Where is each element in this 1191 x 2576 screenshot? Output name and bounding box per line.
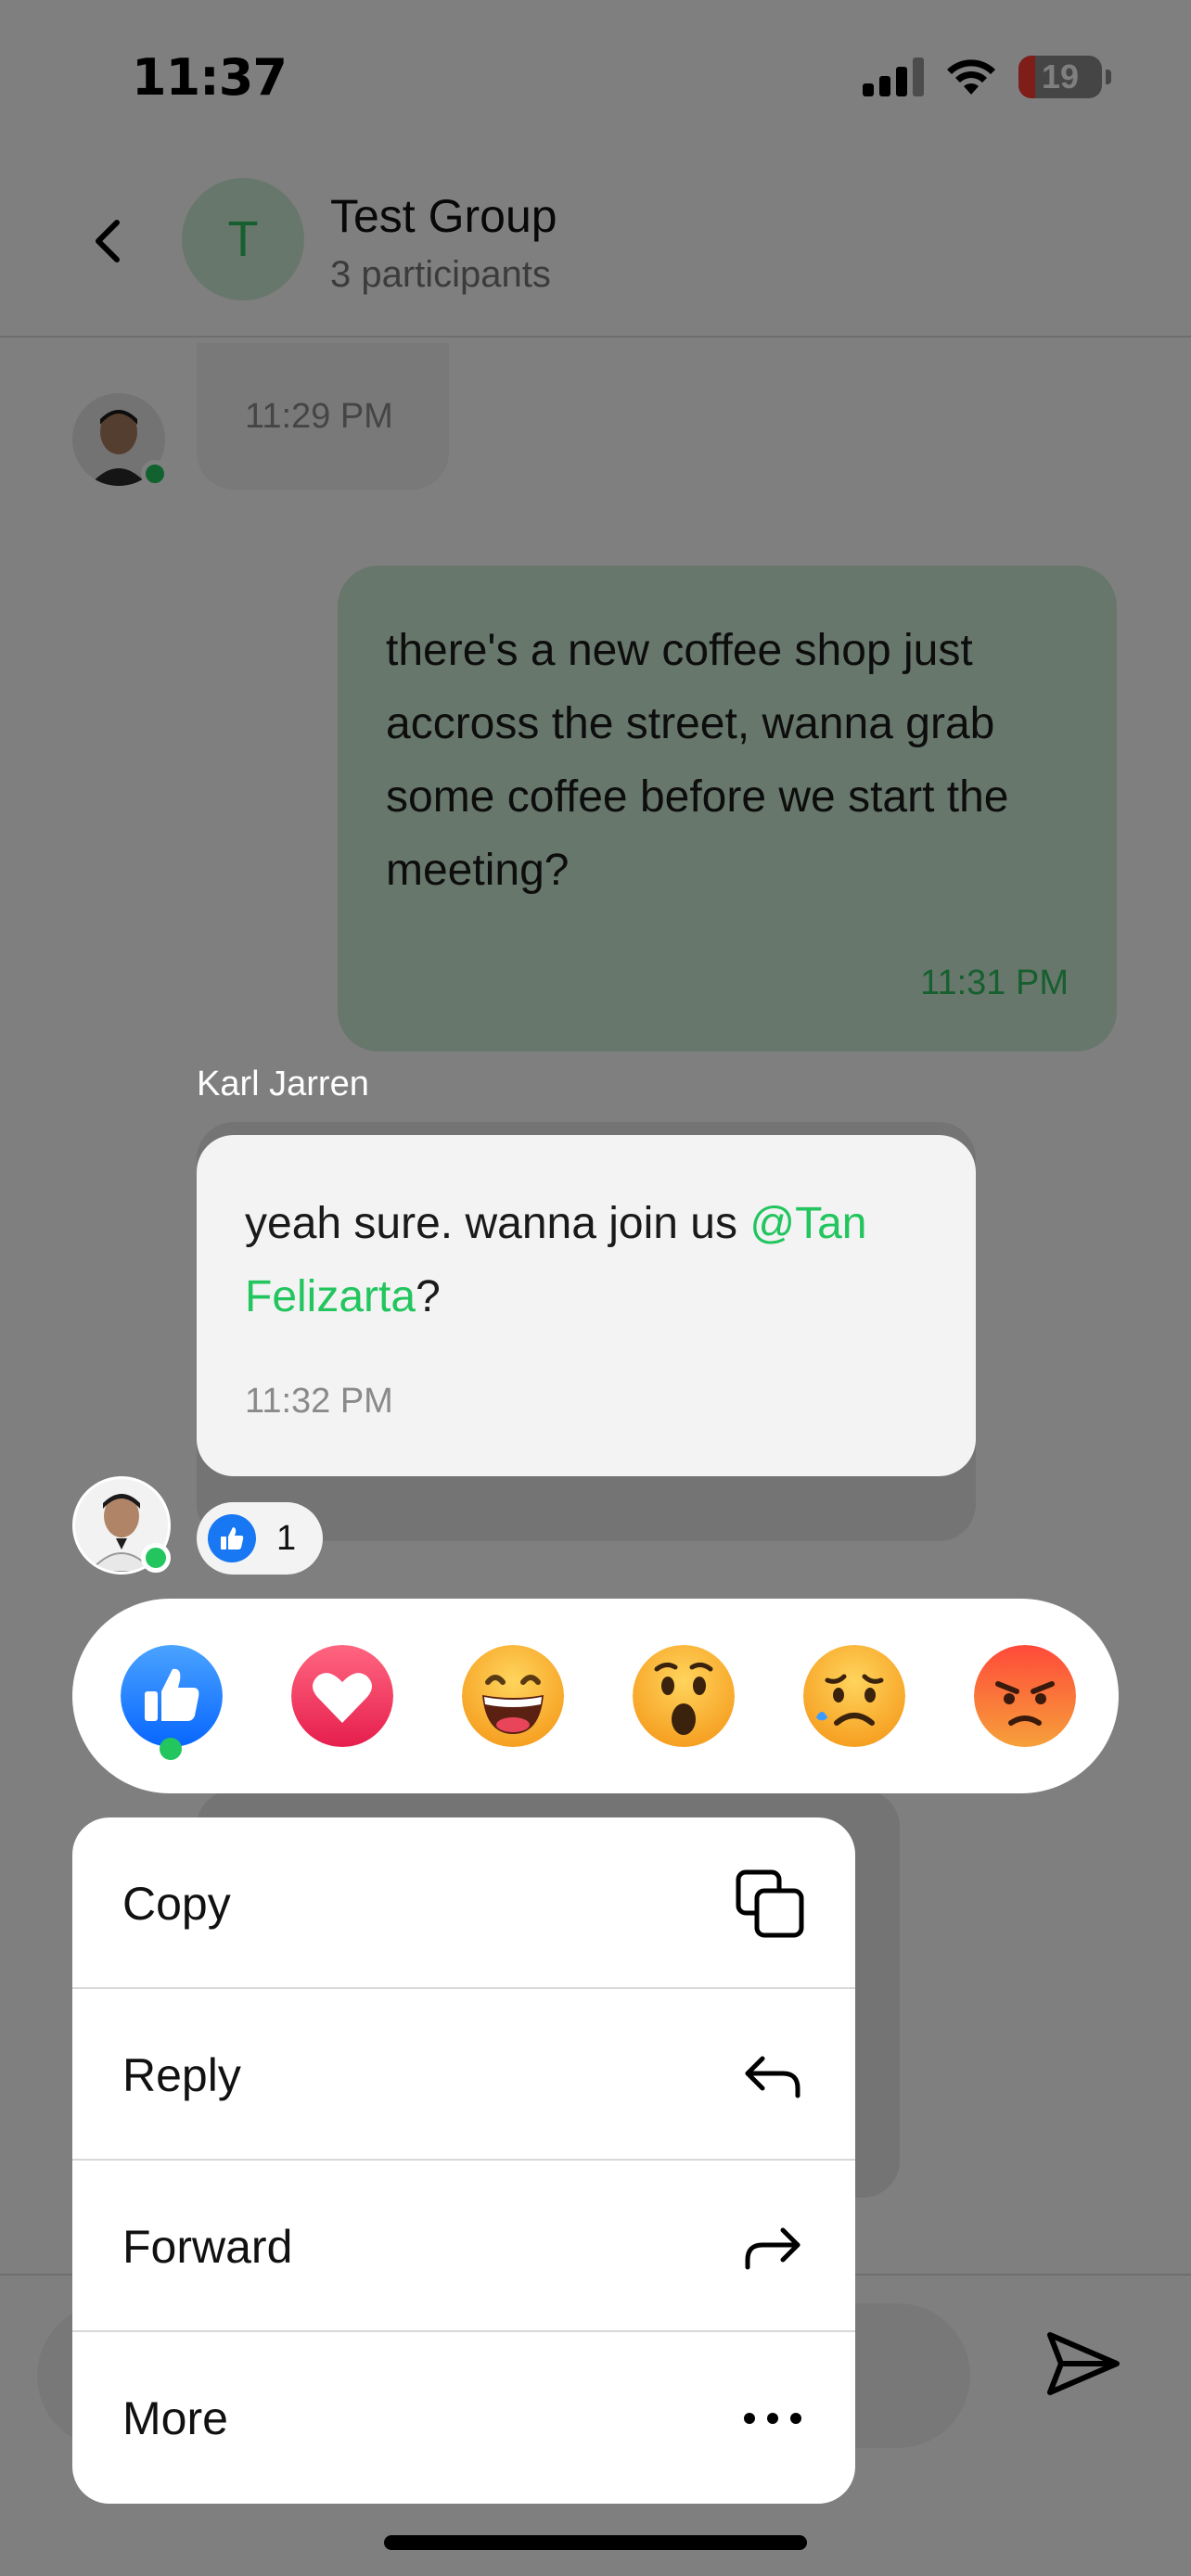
menu-item-reply[interactable]: Reply	[72, 1989, 855, 2161]
more-icon	[744, 2412, 801, 2424]
copy-icon	[736, 1869, 804, 1937]
sender-name: Karl Jarren	[197, 1065, 369, 1103]
menu-item-label: More	[122, 2391, 228, 2444]
menu-item-label: Forward	[122, 2220, 293, 2273]
laughing-reaction-icon[interactable]	[462, 1645, 564, 1747]
message-time: 11:32 PM	[245, 1382, 393, 1421]
menu-item-label: Copy	[122, 1877, 231, 1930]
heart-reaction-icon[interactable]	[291, 1645, 393, 1747]
reaction-summary[interactable]: 1	[197, 1502, 323, 1575]
angry-reaction-icon[interactable]	[974, 1645, 1076, 1747]
sad-reaction-icon[interactable]	[803, 1645, 905, 1747]
reaction-picker	[72, 1599, 1119, 1793]
menu-item-more[interactable]: More	[72, 2332, 855, 2504]
wow-reaction-icon[interactable]	[633, 1645, 735, 1747]
menu-item-copy[interactable]: Copy	[72, 1817, 855, 1989]
selected-message-bubble[interactable]: yeah sure. wanna join us @Tan Felizarta?…	[197, 1135, 976, 1476]
selected-reaction-dot	[160, 1738, 182, 1760]
menu-item-label: Reply	[122, 2048, 241, 2101]
message-text: yeah sure. wanna join us @Tan Felizarta?	[245, 1199, 867, 1321]
reply-icon	[745, 2056, 800, 2098]
forward-icon	[745, 2227, 800, 2269]
thumbs-up-reaction-icon[interactable]	[121, 1645, 223, 1747]
reaction-count: 1	[276, 1518, 297, 1558]
chat-screen: 11:37 19 T Test Group	[0, 0, 1191, 2576]
menu-item-forward[interactable]: Forward	[72, 2161, 855, 2332]
context-menu: Copy Reply Forward More	[72, 1817, 855, 2504]
thumbs-up-icon	[208, 1514, 256, 1562]
online-status-dot	[141, 1543, 171, 1573]
